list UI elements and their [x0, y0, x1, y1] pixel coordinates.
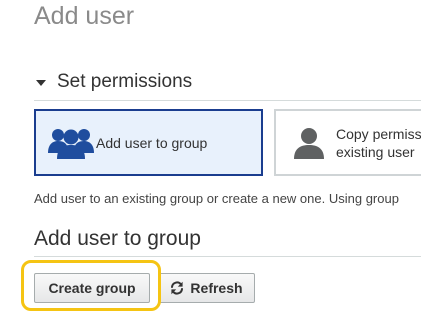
divider [34, 100, 421, 101]
refresh-button-label: Refresh [190, 280, 243, 296]
refresh-icon [171, 281, 184, 295]
add-user-to-group-heading: Add user to group [34, 227, 201, 250]
permissions-description: Add user to an existing group or create … [34, 191, 399, 206]
divider [34, 256, 421, 257]
refresh-button[interactable]: Refresh [158, 273, 255, 303]
user-icon [294, 127, 324, 159]
option-label: Add user to group [96, 134, 208, 151]
option-label-line2: existing user [336, 143, 415, 160]
create-group-button[interactable]: Create group [34, 273, 150, 303]
caret-down-icon [36, 79, 46, 86]
option-add-user-to-group[interactable]: Add user to group [34, 109, 263, 176]
group-icon [48, 128, 94, 159]
set-permissions-section-toggle[interactable]: Set permissions [36, 70, 192, 94]
option-copy-permissions[interactable]: Copy permiss existing user [274, 109, 421, 176]
section-title: Set permissions [57, 71, 193, 92]
option-label-line1: Copy permiss [336, 125, 421, 142]
page-title: Add user [34, 2, 135, 30]
